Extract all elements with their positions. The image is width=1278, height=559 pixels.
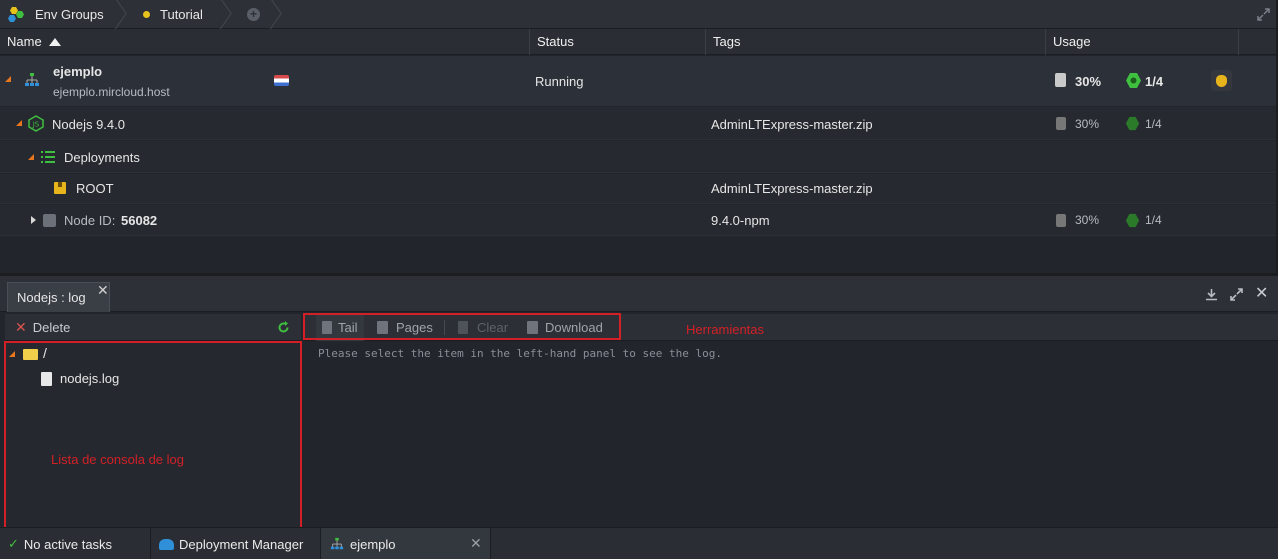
download-icon[interactable] xyxy=(1205,288,1218,301)
env-groups-crumb[interactable]: Env Groups xyxy=(6,0,104,29)
root-context-name: ROOT xyxy=(76,181,114,196)
column-header: Name Status Tags Usage xyxy=(0,29,1278,55)
tab-nodejs-log-label: Nodejs : log xyxy=(17,290,86,305)
env-usage-pct: 30% xyxy=(1075,74,1102,89)
network-topology-icon xyxy=(330,537,344,550)
expand-triangle-icon[interactable] xyxy=(28,154,34,160)
flag-netherlands-icon xyxy=(274,75,289,86)
delete-x-icon: ✕ xyxy=(15,319,27,335)
log-list-annotation: Lista de consola de log xyxy=(51,452,184,467)
log-tab-bar: Nodejs : log ✕ ✕ xyxy=(0,276,1278,312)
server-node-icon xyxy=(43,214,56,227)
nodes-hexagon-icon xyxy=(1125,116,1140,131)
env-ejemplo-tab[interactable]: ejemplo ✕ xyxy=(321,528,491,559)
tutorial-label: Tutorial xyxy=(160,7,203,22)
env-host[interactable]: ejemplo.mircloud.host xyxy=(53,85,170,99)
check-icon: ✓ xyxy=(8,536,19,551)
column-name[interactable]: Name xyxy=(0,29,530,55)
crumb-separator xyxy=(110,0,124,29)
nodejs-icon: JS xyxy=(28,115,44,132)
money-bag-icon xyxy=(1216,74,1227,87)
close-icon[interactable]: ✕ xyxy=(470,535,482,552)
close-panel-icon[interactable]: ✕ xyxy=(1255,283,1268,303)
expand-button[interactable] xyxy=(1257,0,1270,29)
crumb-separator xyxy=(215,0,229,29)
root-context-tag: AdminLTExpress-master.zip xyxy=(711,181,873,196)
column-tags-label: Tags xyxy=(713,34,741,49)
delete-button[interactable]: ✕ Delete xyxy=(15,314,70,341)
nodejs-usage-nodes: 1/4 xyxy=(1145,117,1162,131)
column-usage-label: Usage xyxy=(1053,34,1091,49)
hexagon-group-icon xyxy=(8,6,24,22)
svg-text:JS: JS xyxy=(32,121,40,129)
node-id-value: 56082 xyxy=(121,213,158,228)
billing-button[interactable] xyxy=(1211,70,1232,91)
deployment-manager-tab[interactable]: Deployment Manager xyxy=(151,528,321,559)
column-status-label: Status xyxy=(537,34,574,49)
log-list-highlight-box xyxy=(4,341,302,530)
deployment-manager-label: Deployment Manager xyxy=(179,536,304,552)
status-bar: ✓ No active tasks Deployment Manager eje… xyxy=(0,527,1278,559)
expand-arrows-icon xyxy=(1257,8,1270,21)
tutorial-crumb[interactable]: Tutorial xyxy=(143,0,203,29)
package-icon xyxy=(54,182,66,194)
cloudlet-icon xyxy=(1056,214,1066,227)
deployments-label: Deployments xyxy=(64,150,140,165)
column-usage[interactable]: Usage xyxy=(1046,29,1239,55)
nodes-hexagon-icon xyxy=(1126,73,1141,88)
expand-triangle-icon[interactable] xyxy=(16,120,22,126)
nodejs-usage-pct: 30% xyxy=(1075,117,1100,131)
network-topology-icon xyxy=(25,73,39,86)
node-usage-pct: 30% xyxy=(1075,213,1100,227)
env-status: Running xyxy=(535,74,584,89)
deployments-row[interactable]: Deployments xyxy=(0,141,1278,173)
node-row[interactable]: Node ID: 56082 9.4.0-npm 30% 1/4 xyxy=(0,205,1278,236)
tools-annotation: Herramientas xyxy=(686,322,765,337)
expand-triangle-icon[interactable] xyxy=(5,76,11,82)
column-status[interactable]: Status xyxy=(530,29,706,55)
log-viewer-pane: Please select the item in the left-hand … xyxy=(304,341,1278,528)
env-groups-label: Env Groups xyxy=(35,7,104,22)
tools-highlight-box xyxy=(303,313,621,340)
cloudlet-icon xyxy=(1056,117,1066,130)
close-icon[interactable]: ✕ xyxy=(97,282,109,299)
log-list-toolbar: ✕ Delete xyxy=(5,314,301,341)
nodejs-row[interactable]: JS Nodejs 9.4.0 AdminLTExpress-master.zi… xyxy=(0,107,1278,140)
yellow-dot-icon xyxy=(143,11,150,18)
env-row[interactable]: ejemplo ejemplo.mircloud.host Running 30… xyxy=(0,56,1278,106)
refresh-icon[interactable] xyxy=(277,321,290,334)
tasks-tab[interactable]: ✓ No active tasks xyxy=(0,528,151,559)
list-icon xyxy=(41,151,55,163)
sort-asc-icon xyxy=(49,38,62,46)
root-context-row[interactable]: ROOT AdminLTExpress-master.zip xyxy=(0,174,1278,204)
expand-arrows-icon[interactable] xyxy=(1230,288,1243,301)
node-id-label: Node ID: xyxy=(64,213,116,228)
tasks-label: No active tasks xyxy=(23,536,113,552)
env-usage-nodes: 1/4 xyxy=(1145,74,1164,89)
cloud-upload-icon xyxy=(159,538,174,550)
nodejs-tag: AdminLTExpress-master.zip xyxy=(711,117,873,132)
delete-label: Delete xyxy=(32,320,71,335)
tab-nodejs-log[interactable]: Nodejs : log ✕ xyxy=(7,282,110,312)
top-breadcrumb-bar: Env Groups Tutorial + xyxy=(0,0,1278,29)
collapse-triangle-icon[interactable] xyxy=(31,216,36,224)
nodejs-name: Nodejs 9.4.0 xyxy=(52,117,125,132)
crumb-separator xyxy=(265,0,279,29)
cloudlet-icon xyxy=(1055,73,1066,87)
env-name[interactable]: ejemplo xyxy=(53,64,102,79)
column-tags[interactable]: Tags xyxy=(706,29,1046,55)
log-placeholder-text: Please select the item in the left-hand … xyxy=(318,347,722,360)
env-tab-label: ejemplo xyxy=(350,536,396,552)
node-tag: 9.4.0-npm xyxy=(711,213,770,228)
node-usage-nodes: 1/4 xyxy=(1145,213,1162,227)
column-name-label: Name xyxy=(7,34,42,49)
nodes-hexagon-icon xyxy=(1125,213,1140,228)
